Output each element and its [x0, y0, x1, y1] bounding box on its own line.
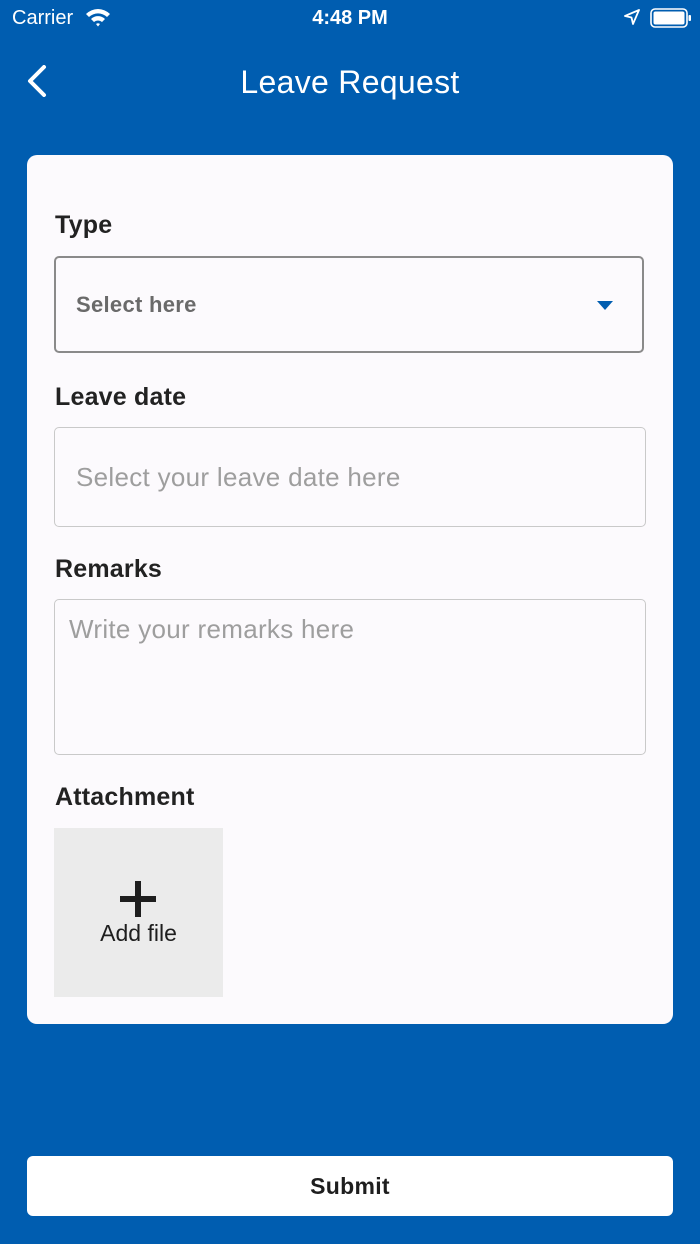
attachment-label: Attachment — [55, 783, 195, 811]
leave-date-placeholder: Select your leave date here — [76, 462, 401, 492]
submit-button[interactable]: Submit — [27, 1156, 673, 1216]
leave-request-form: Type Select here Leave date Select your … — [27, 155, 673, 1024]
location-icon — [623, 8, 641, 26]
type-select[interactable]: Select here — [54, 256, 644, 353]
type-label: Type — [55, 211, 113, 239]
dropdown-arrow-icon — [597, 301, 613, 310]
plus-icon — [120, 881, 156, 917]
status-time: 4:48 PM — [312, 7, 388, 29]
add-file-button[interactable]: Add file — [54, 828, 223, 997]
add-file-label: Add file — [100, 920, 177, 946]
navigation-bar: Leave Request — [0, 44, 700, 120]
leave-date-label: Leave date — [55, 383, 187, 411]
remarks-label: Remarks — [55, 555, 163, 583]
remarks-textarea[interactable]: Write your remarks here — [54, 599, 646, 755]
battery-icon — [650, 8, 692, 28]
remarks-placeholder: Write your remarks here — [69, 614, 355, 644]
leave-date-input[interactable]: Select your leave date here — [54, 427, 646, 527]
page-title: Leave Request — [240, 64, 460, 100]
submit-label: Submit — [310, 1173, 390, 1199]
status-bar: Carrier 4:48 PM — [0, 0, 700, 36]
type-select-value: Select here — [76, 292, 197, 317]
